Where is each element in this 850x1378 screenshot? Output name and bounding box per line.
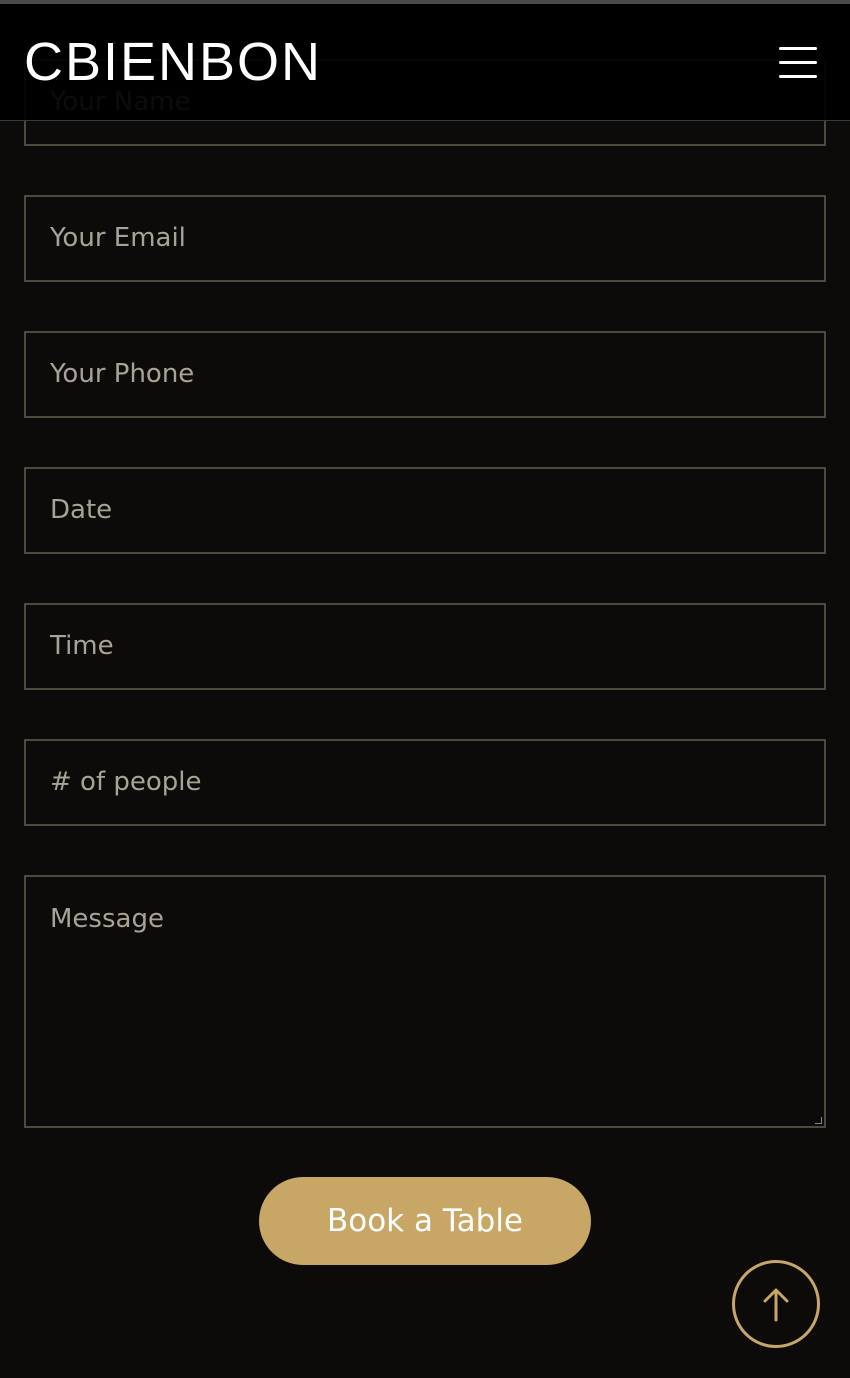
people-count-placeholder: # of people (50, 767, 202, 797)
date-field[interactable]: Date (24, 467, 826, 554)
hamburger-menu-icon[interactable] (776, 44, 820, 80)
time-field-placeholder: Time (50, 631, 114, 661)
message-placeholder: Message (50, 904, 164, 934)
resize-handle-icon[interactable] (815, 1117, 822, 1124)
email-field-placeholder: Your Email (50, 223, 186, 253)
book-a-table-button[interactable]: Book a Table (259, 1177, 591, 1265)
email-field[interactable]: Your Email (24, 195, 826, 282)
phone-field-placeholder: Your Phone (50, 359, 195, 389)
date-field-placeholder: Date (50, 495, 113, 525)
site-header: CBIENBON (0, 4, 850, 121)
back-to-top-button[interactable] (732, 1260, 820, 1348)
people-count-field[interactable]: # of people (24, 739, 826, 826)
time-field[interactable]: Time (24, 603, 826, 690)
phone-field[interactable]: Your Phone (24, 331, 826, 418)
arrow-up-icon (763, 1288, 789, 1322)
message-textarea[interactable]: Message (24, 875, 826, 1128)
site-logo[interactable]: CBIENBON (24, 32, 322, 92)
